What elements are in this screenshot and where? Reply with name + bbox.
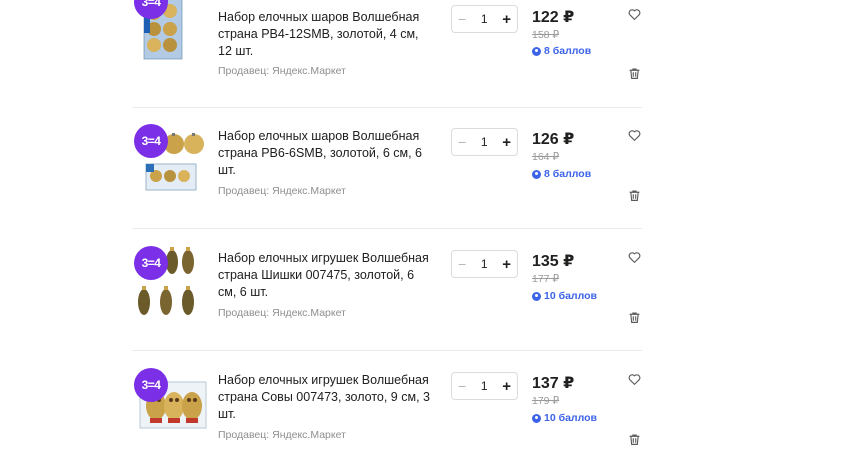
bonus-points: 8 баллов (532, 45, 591, 57)
seller-label: Продавец: Яндекс.Маркет (218, 185, 346, 197)
quantity-stepper: − 1 + (451, 128, 518, 156)
quantity-stepper: − 1 + (451, 372, 518, 400)
heart-icon[interactable] (628, 129, 641, 142)
promo-badge: 3=4 (134, 368, 168, 402)
product-title[interactable]: Набор елочных шаров Волшебная страна PB4… (218, 9, 434, 60)
old-price: 177 ₽ (532, 273, 560, 285)
quantity-stepper: − 1 + (451, 250, 518, 278)
plus-points-icon (532, 413, 541, 423)
bonus-points-label: 8 баллов (544, 168, 592, 180)
heart-icon[interactable] (628, 8, 641, 21)
seller-label: Продавец: Яндекс.Маркет (218, 65, 346, 77)
heart-icon[interactable] (628, 251, 641, 264)
decrease-button[interactable]: − (458, 11, 466, 27)
decrease-button[interactable]: − (458, 134, 466, 150)
product-image[interactable]: 3=4 (132, 124, 212, 204)
bonus-points-label: 8 баллов (544, 45, 592, 57)
current-price: 126 ₽ (532, 131, 575, 148)
promo-badge: 3=4 (134, 124, 168, 158)
increase-button[interactable]: + (502, 256, 511, 273)
product-title[interactable]: Набор елочных шаров Волшебная страна PB6… (218, 128, 434, 179)
trash-icon[interactable] (628, 311, 641, 324)
seller-label: Продавец: Яндекс.Маркет (218, 307, 346, 319)
old-price: 158 ₽ (532, 29, 560, 41)
current-price: 135 ₽ (532, 253, 575, 270)
old-price: 164 ₽ (532, 151, 560, 163)
quantity-value[interactable]: 1 (481, 135, 488, 149)
old-price: 179 ₽ (532, 395, 560, 407)
increase-button[interactable]: + (502, 134, 511, 151)
quantity-value[interactable]: 1 (481, 257, 488, 271)
decrease-button[interactable]: − (458, 256, 466, 272)
product-image[interactable]: 3=4 (132, 246, 212, 326)
bonus-points: 8 баллов (532, 168, 591, 180)
quantity-value[interactable]: 1 (481, 12, 488, 26)
plus-points-icon (532, 291, 541, 301)
bonus-points: 10 баллов (532, 290, 597, 302)
product-image[interactable]: 3=4 (132, 368, 212, 448)
plus-points-icon (532, 169, 541, 179)
trash-icon[interactable] (628, 189, 641, 202)
plus-points-icon (532, 46, 541, 56)
product-title[interactable]: Набор елочных игрушек Волшебная страна С… (218, 372, 434, 423)
increase-button[interactable]: + (502, 378, 511, 395)
quantity-value[interactable]: 1 (481, 379, 488, 393)
cart-item: 3=4 Набор елочных игрушек Волшебная стра… (132, 229, 642, 351)
cart-item: 3=4 Набор елочных игрушек Волшебная стра… (132, 351, 642, 460)
decrease-button[interactable]: − (458, 378, 466, 394)
heart-icon[interactable] (628, 373, 641, 386)
current-price: 122 ₽ (532, 9, 575, 26)
product-image[interactable]: 3=4 (132, 0, 212, 65)
bonus-points-label: 10 баллов (544, 412, 597, 424)
current-price: 137 ₽ (532, 375, 575, 392)
quantity-stepper: − 1 + (451, 5, 518, 33)
seller-label: Продавец: Яндекс.Маркет (218, 429, 346, 441)
product-title[interactable]: Набор елочных игрушек Волшебная страна Ш… (218, 250, 434, 301)
cart-item: 3=4 Набор елочных шаров Волшебная страна… (132, 0, 642, 108)
trash-icon[interactable] (628, 67, 641, 80)
bonus-points: 10 баллов (532, 412, 597, 424)
cart-item: 3=4 Набор елочных шаров Волшебная страна… (132, 107, 642, 229)
promo-badge: 3=4 (134, 246, 168, 280)
increase-button[interactable]: + (502, 11, 511, 28)
bonus-points-label: 10 баллов (544, 290, 597, 302)
trash-icon[interactable] (628, 433, 641, 446)
